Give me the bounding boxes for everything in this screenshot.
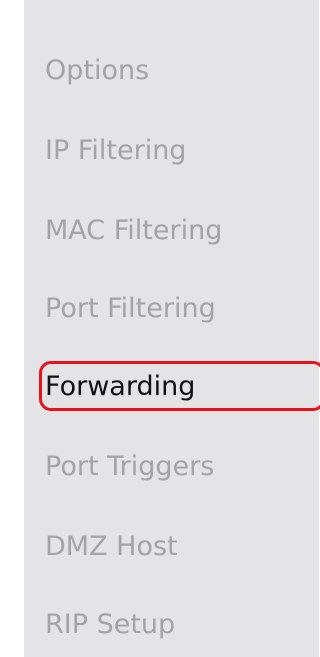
sidebar-nav: Options IP Filtering MAC Filtering Port …	[24, 0, 320, 657]
sidebar-item-label: IP Filtering	[45, 135, 187, 166]
sidebar-item-options[interactable]: Options	[45, 51, 149, 91]
sidebar-item-mac-filtering[interactable]: MAC Filtering	[45, 211, 222, 251]
sidebar-item-label: Options	[45, 55, 150, 86]
sidebar-item-rip-setup[interactable]: RIP Setup	[45, 605, 175, 645]
sidebar-item-label: Port Filtering	[45, 293, 216, 324]
sidebar-item-dmz-host[interactable]: DMZ Host	[45, 527, 178, 567]
sidebar-item-port-triggers[interactable]: Port Triggers	[45, 447, 214, 487]
sidebar-item-label: Forwarding	[45, 371, 196, 402]
sidebar-item-label: DMZ Host	[45, 531, 178, 562]
sidebar-item-port-filtering[interactable]: Port Filtering	[45, 289, 216, 329]
sidebar-item-label: RIP Setup	[45, 609, 176, 640]
sidebar-item-label: MAC Filtering	[45, 215, 223, 246]
sidebar-item-label: Port Triggers	[45, 451, 215, 482]
sidebar-item-ip-filtering[interactable]: IP Filtering	[45, 131, 186, 171]
sidebar-item-forwarding[interactable]: Forwarding	[39, 361, 320, 411]
